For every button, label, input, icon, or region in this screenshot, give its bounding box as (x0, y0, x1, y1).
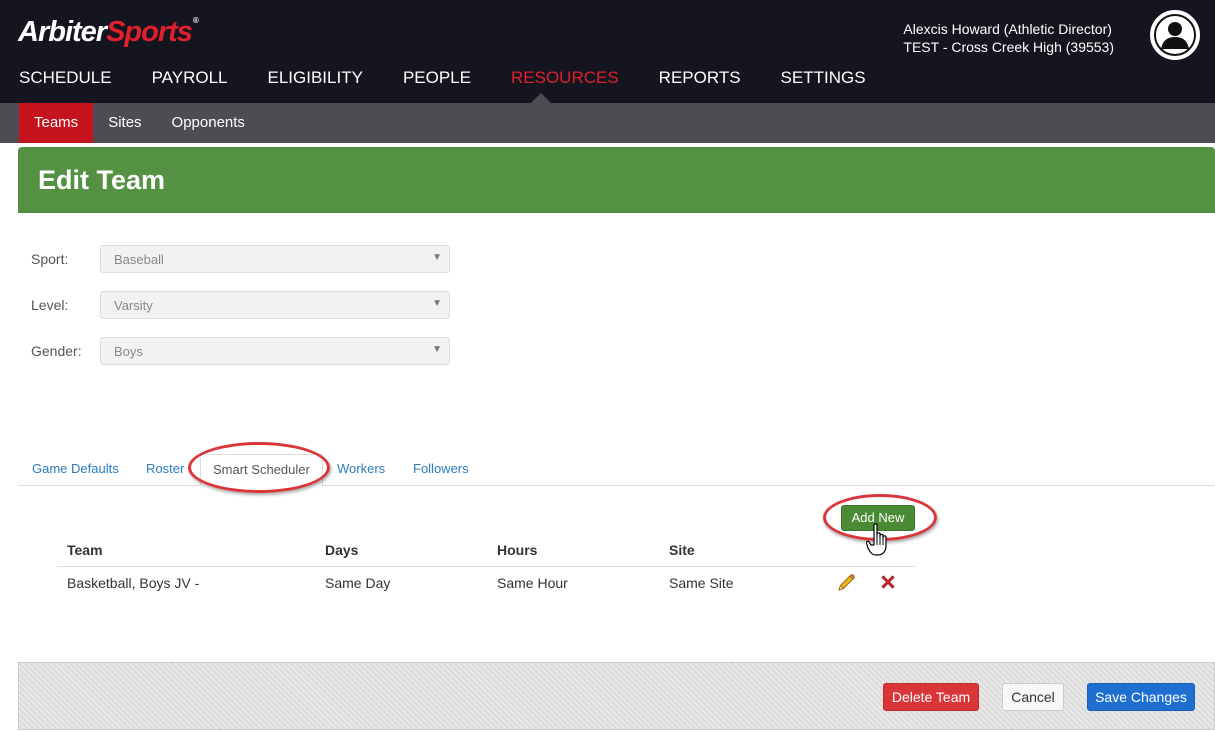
gender-label: Gender: (31, 343, 82, 359)
cell-hours: Same Hour (497, 575, 568, 591)
delete-team-button[interactable]: Delete Team (883, 683, 979, 711)
tab-workers[interactable]: Workers (337, 454, 385, 486)
level-value: Varsity (114, 298, 153, 313)
nav-settings[interactable]: SETTINGS (781, 68, 866, 92)
table-header: Team Days Hours Site (57, 534, 915, 567)
page-title: Edit Team (38, 165, 166, 195)
gender-select[interactable]: Boys ▼ (100, 337, 450, 365)
main-nav: SCHEDULE PAYROLL ELIGIBILITY PEOPLE RESO… (0, 68, 906, 92)
nav-eligibility[interactable]: ELIGIBILITY (268, 68, 363, 92)
team-tabs: Game Defaults Roster Smart Scheduler Wor… (18, 454, 1215, 487)
user-silhouette-icon (1153, 13, 1197, 57)
cell-team: Basketball, Boys JV - (67, 575, 200, 591)
pencil-icon[interactable] (836, 573, 856, 598)
smart-scheduler-table: Team Days Hours Site Basketball, Boys JV… (57, 534, 915, 600)
tab-roster[interactable]: Roster (146, 454, 184, 486)
dropdown-arrow-icon: ▼ (432, 252, 442, 263)
user-organization: TEST - Cross Creek High (39553) (903, 39, 1114, 55)
cancel-button[interactable]: Cancel (1002, 683, 1064, 711)
tab-game-defaults[interactable]: Game Defaults (32, 454, 119, 486)
col-header-team: Team (67, 542, 103, 558)
tab-smart-scheduler[interactable]: Smart Scheduler (200, 454, 323, 487)
dropdown-arrow-icon: ▼ (432, 344, 442, 355)
active-nav-indicator (531, 93, 551, 103)
form-footer: Delete Team Cancel Save Changes (18, 662, 1215, 730)
nav-reports[interactable]: REPORTS (659, 68, 741, 92)
sport-select[interactable]: Baseball ▼ (100, 245, 450, 273)
sport-row: Sport: Baseball ▼ (31, 245, 451, 273)
col-header-site: Site (669, 542, 695, 558)
sport-label: Sport: (31, 251, 69, 267)
gender-value: Boys (114, 344, 143, 359)
user-name: Alexcis Howard (Athletic Director) (903, 21, 1112, 37)
cell-days: Same Day (325, 575, 391, 591)
nav-people[interactable]: PEOPLE (403, 68, 471, 92)
arbitersports-logo[interactable]: ArbiterSports® (18, 16, 199, 49)
page-header: Edit Team (18, 147, 1215, 213)
nav-payroll[interactable]: PAYROLL (152, 68, 228, 92)
avatar[interactable] (1150, 10, 1200, 60)
logo-text-arbiter: Arbiter (18, 16, 107, 48)
nav-resources[interactable]: RESOURCES (511, 68, 619, 92)
dropdown-arrow-icon: ▼ (432, 298, 442, 309)
subnav-opponents[interactable]: Opponents (157, 103, 260, 143)
user-info[interactable]: Alexcis Howard (Athletic Director) TEST … (903, 20, 1114, 56)
table-row: Basketball, Boys JV - Same Day Same Hour… (57, 567, 915, 600)
col-header-days: Days (325, 542, 359, 558)
subnav-teams[interactable]: Teams (19, 103, 94, 143)
x-icon[interactable] (879, 573, 897, 596)
level-label: Level: (31, 297, 69, 313)
level-row: Level: Varsity ▼ (31, 291, 451, 319)
trademark-symbol: ® (192, 16, 199, 25)
sport-value: Baseball (114, 252, 164, 267)
save-changes-button[interactable]: Save Changes (1087, 683, 1195, 711)
tab-followers[interactable]: Followers (413, 454, 469, 486)
nav-schedule[interactable]: SCHEDULE (19, 68, 112, 92)
logo-text-sports: Sports (106, 16, 193, 48)
subnav-sites[interactable]: Sites (93, 103, 156, 143)
sub-nav: Teams Sites Opponents (0, 103, 1215, 143)
level-select[interactable]: Varsity ▼ (100, 291, 450, 319)
top-header: ArbiterSports® Alexcis Howard (Athletic … (0, 0, 1215, 103)
gender-row: Gender: Boys ▼ (31, 337, 451, 365)
col-header-hours: Hours (497, 542, 538, 558)
cell-site: Same Site (669, 575, 734, 591)
